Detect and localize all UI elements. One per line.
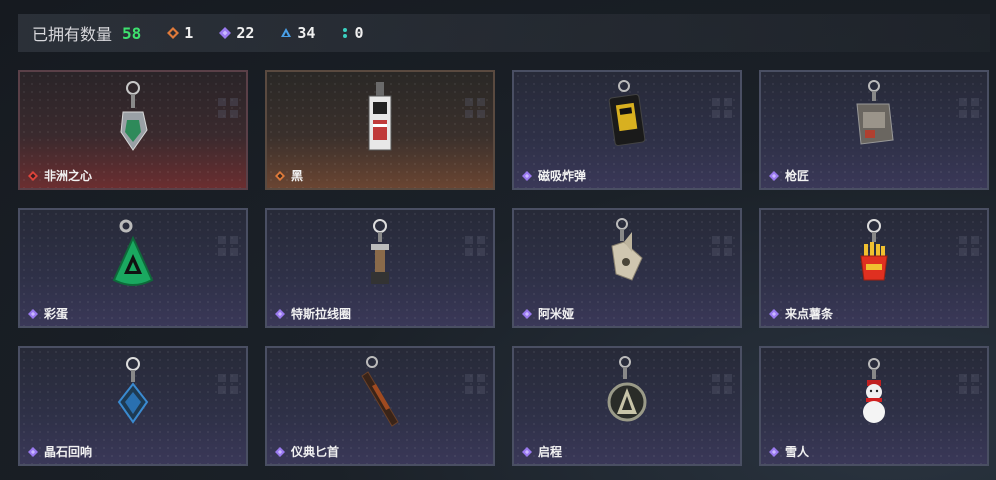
charm-name: 黑 <box>291 169 304 183</box>
charm-name: 特斯拉线圈 <box>291 307 352 321</box>
purple-diamond-icon <box>275 308 285 319</box>
collection-summary-bar: 已拥有数量 58 1 22 34 0 <box>18 14 990 52</box>
charm-card[interactable]: 晶石回响 <box>18 346 248 466</box>
owned-label: 已拥有数量 <box>32 25 113 44</box>
purple-diamond-icon <box>769 308 779 319</box>
rarity-count-orange-value: 1 <box>184 24 194 42</box>
charm-card[interactable]: 雪人 <box>759 346 989 466</box>
purple-diamond-icon <box>28 308 38 319</box>
rarity-count-blue-value: 34 <box>297 24 316 42</box>
charm-name: 非洲之心 <box>44 169 93 183</box>
charm-card[interactable]: 特斯拉线圈 <box>265 208 495 328</box>
charm-card[interactable]: 非洲之心 <box>18 70 248 190</box>
charm-name: 枪匠 <box>785 169 810 183</box>
charm-name: 阿米娅 <box>538 307 575 321</box>
teal-dots-icon <box>343 28 348 38</box>
rarity-count-purple: 22 <box>219 24 254 42</box>
charm-card[interactable]: 彩蛋 <box>18 208 248 328</box>
rarity-count-orange: 1 <box>167 24 193 42</box>
rarity-count-teal-value: 0 <box>354 24 364 42</box>
charm-card[interactable]: 枪匠 <box>759 70 989 190</box>
charm-card[interactable]: 阿米娅 <box>512 208 742 328</box>
charm-card[interactable]: 仪典匕首 <box>265 346 495 466</box>
charm-name: 启程 <box>538 445 563 459</box>
blue-triangle-icon <box>281 28 292 37</box>
charm-card[interactable]: 来点薯条 <box>759 208 989 328</box>
charm-name: 仪典匕首 <box>291 445 340 459</box>
easter-egg-charm-icon <box>112 219 154 286</box>
crystal-echo-charm-icon <box>117 357 149 424</box>
heart-of-africa-charm-icon <box>120 81 148 151</box>
magnetic-bomb-charm-icon <box>608 80 646 146</box>
black-tag-charm-icon <box>368 82 392 151</box>
charm-card[interactable]: 黑 <box>265 70 495 190</box>
fries-charm-icon <box>860 219 888 281</box>
charm-name: 晶石回响 <box>44 445 93 459</box>
charm-name: 彩蛋 <box>44 307 69 321</box>
charm-grid: 非洲之心 黑 磁吸炸弹 枪匠 彩蛋 特斯拉线圈 阿米娅 来点薯条 晶石回响 仪典… <box>18 70 989 466</box>
ritual-dagger-charm-icon <box>361 356 399 427</box>
snowman-charm-icon <box>863 358 885 423</box>
purple-diamond-icon <box>769 170 779 181</box>
tesla-coil-charm-icon <box>371 219 389 284</box>
owned-count: 58 <box>122 23 142 43</box>
charm-card[interactable]: 磁吸炸弹 <box>512 70 742 190</box>
gunsmith-charm-icon <box>856 80 894 145</box>
rarity-count-teal: 0 <box>341 24 363 42</box>
purple-diamond-icon <box>522 308 532 319</box>
purple-diamond-icon <box>769 446 779 457</box>
rarity-count-purple-value: 22 <box>236 24 255 42</box>
purple-diamond-icon <box>275 446 285 457</box>
rarity-count-blue: 34 <box>280 24 315 42</box>
orange-diamond-icon <box>167 27 180 39</box>
red-diamond-icon <box>28 170 38 181</box>
purple-diamond-icon <box>522 170 532 181</box>
departure-charm-icon <box>607 356 647 422</box>
charm-name: 磁吸炸弹 <box>538 169 587 183</box>
purple-diamond-icon <box>522 446 532 457</box>
amiya-charm-icon <box>611 218 643 281</box>
orange-diamond-icon <box>275 170 285 181</box>
purple-diamond-icon <box>219 27 232 39</box>
charm-name: 雪人 <box>785 445 810 459</box>
purple-diamond-icon <box>28 446 38 457</box>
charm-card[interactable]: 启程 <box>512 346 742 466</box>
charm-name: 来点薯条 <box>785 307 834 321</box>
